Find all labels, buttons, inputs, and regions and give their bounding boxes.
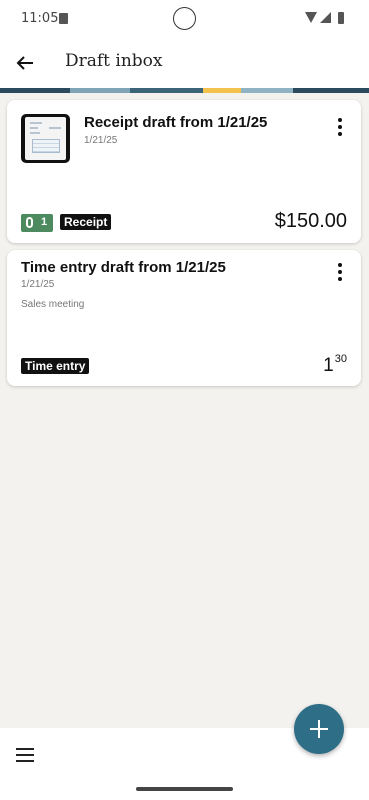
status-time: 11:05: [21, 11, 59, 26]
more-vert-icon-dot: [338, 270, 342, 274]
sd-card-icon: [59, 13, 68, 24]
receipt-thumbnail[interactable]: [21, 114, 70, 163]
more-vert-icon-dot: [338, 263, 342, 267]
draft-card-receipt[interactable]: Receipt draft from 1/21/25 1/21/25 1 Rec…: [7, 100, 361, 243]
type-tag-receipt: Receipt: [60, 214, 112, 230]
more-vert-icon-dot: [338, 132, 342, 136]
type-tag-time-entry: Time entry: [21, 358, 90, 374]
duration-hours: 1: [323, 355, 334, 376]
wifi-icon: [305, 12, 317, 23]
more-options-button[interactable]: [330, 116, 350, 138]
add-draft-button[interactable]: [294, 704, 344, 754]
receipt-preview-image: [25, 117, 66, 160]
draft-card-time-entry[interactable]: Time entry draft from 1/21/25 1/21/25 Sa…: [7, 250, 361, 386]
draft-amount: $150.00: [274, 210, 347, 232]
attachment-badge: 1: [21, 214, 53, 232]
paperclip-icon: [26, 217, 33, 228]
more-vert-icon-dot: [338, 118, 342, 122]
gesture-nav-bar[interactable]: [136, 787, 233, 791]
page-title: Draft inbox: [65, 51, 163, 71]
arrow-left-icon: [16, 56, 33, 70]
draft-title: Receipt draft from 1/21/25: [84, 114, 268, 131]
cell-signal-icon: [320, 12, 331, 23]
attachment-count: 1: [41, 216, 48, 228]
hamburger-menu-icon[interactable]: [16, 748, 34, 762]
battery-icon: [338, 12, 344, 24]
more-vert-icon-dot: [338, 125, 342, 129]
camera-cutout: [173, 7, 196, 30]
draft-date: 1/21/25: [84, 135, 118, 146]
draft-title: Time entry draft from 1/21/25: [21, 259, 226, 276]
draft-date: 1/21/25: [21, 279, 55, 290]
draft-note: Sales meeting: [21, 299, 85, 310]
draft-duration: 130: [323, 353, 347, 377]
status-bar: 11:05: [0, 0, 369, 38]
more-vert-icon-dot: [338, 277, 342, 281]
back-button[interactable]: [12, 50, 38, 76]
draft-list: Receipt draft from 1/21/25 1/21/25 1 Rec…: [0, 93, 369, 728]
more-options-button[interactable]: [330, 261, 350, 283]
duration-minutes: 30: [334, 353, 347, 365]
app-bar: Draft inbox: [0, 38, 369, 88]
